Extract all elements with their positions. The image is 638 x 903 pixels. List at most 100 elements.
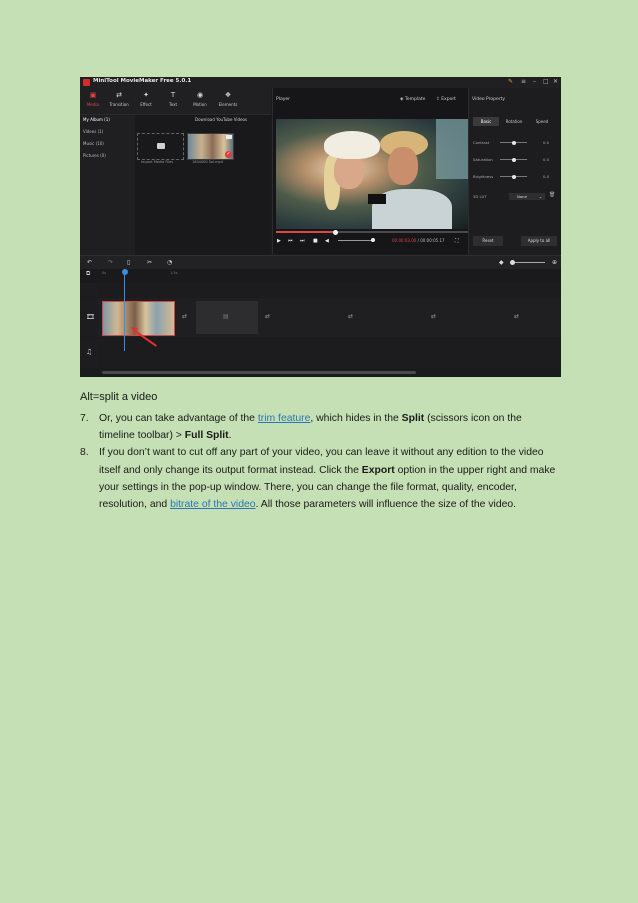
sidebar-item-my-album[interactable]: My Album (1) <box>83 117 110 122</box>
playback-progress[interactable] <box>276 229 468 235</box>
maximize-icon[interactable]: □ <box>543 78 549 85</box>
brightness-value: 0.0 <box>543 174 550 179</box>
media-library: My Album (1) Videos (1) Music (10) Pictu… <box>80 114 271 255</box>
sidebar-item-music[interactable]: Music (10) <box>83 141 104 146</box>
property-panel: Video Property Basic Rotation Speed Cont… <box>468 88 561 254</box>
toolbar-text-label: Text <box>168 102 178 107</box>
player-panel: Player ◈ Template ⇪ Export ▶ ⏮ ⏭ ■ ◀ 00:… <box>272 88 469 254</box>
template-button[interactable]: ◈ Template <box>400 97 425 102</box>
list-number: 8. <box>80 447 89 459</box>
contrast-knob[interactable] <box>511 140 516 145</box>
menu-icon[interactable]: ≡ <box>521 78 526 85</box>
undo-icon[interactable]: ↶ <box>87 259 92 266</box>
reset-button[interactable]: Reset <box>473 236 503 246</box>
export-label: Export <box>441 97 456 102</box>
playhead[interactable] <box>124 269 125 351</box>
sidebar-item-videos[interactable]: Videos (1) <box>83 129 103 134</box>
sidebar-item-pictures[interactable]: Pictures (0) <box>83 153 106 158</box>
transition-slot-icon[interactable]: ⇄ <box>348 313 353 320</box>
transition-slot-icon[interactable]: ⇄ <box>265 313 270 320</box>
export-button[interactable]: ⇪ Export <box>436 97 456 102</box>
apply-to-all-button[interactable]: Apply to all <box>521 236 557 246</box>
fullscreen-icon[interactable]: ⛶ <box>455 238 459 244</box>
title-track <box>98 283 561 297</box>
brightness-label: Brightness <box>473 174 494 179</box>
toolbar-motion-label: Motion <box>193 102 207 107</box>
toolbar-transition-label: Transition <box>109 102 129 107</box>
list-item: 8. If you don’t want to cut off any part… <box>80 444 560 513</box>
toolbar-elements-label: Elements <box>218 102 238 107</box>
next-frame-icon[interactable]: ⏭ <box>300 238 305 244</box>
zoom-knob[interactable] <box>510 260 515 265</box>
template-label: Template <box>404 97 426 102</box>
bitrate-link[interactable]: bitrate of the video <box>170 499 256 510</box>
saturation-knob[interactable] <box>511 157 516 162</box>
image-caption: Alt=split a video <box>80 391 158 403</box>
brightness-knob[interactable] <box>511 174 516 179</box>
split-scissors-icon[interactable]: ✂ <box>147 259 152 266</box>
close-icon[interactable]: ✕ <box>553 78 558 85</box>
progress-fill <box>276 231 336 233</box>
volume-knob[interactable] <box>371 238 375 242</box>
train-window <box>436 119 468 179</box>
video-clip[interactable] <box>102 301 175 336</box>
zoom-in-icon[interactable]: ⊕ <box>552 259 557 266</box>
timeline-toolbar: ↶ ↷ ▯ ✂ ◔ ◆ ⊕ <box>80 255 561 270</box>
timeline-scrollbar[interactable] <box>102 371 416 374</box>
audio-track <box>98 338 561 368</box>
lut-label: 3D LUT <box>473 194 487 199</box>
key-icon[interactable]: ✎ <box>508 78 513 85</box>
zoom-slider[interactable] <box>511 262 545 263</box>
import-media-button[interactable] <box>137 133 184 160</box>
timeline-ruler: ⧉ 0s 1.5s <box>80 269 561 283</box>
video-preview <box>276 119 468 229</box>
redo-icon[interactable]: ↷ <box>108 259 113 266</box>
stop-icon[interactable]: ■ <box>313 238 318 244</box>
app-logo-icon <box>83 79 90 86</box>
trim-feature-link[interactable]: trim feature <box>258 413 311 424</box>
toolbar-text[interactable]: T Text <box>160 91 186 107</box>
transition-icon: ⇄ <box>116 91 122 99</box>
effect-icon: ✦ <box>143 91 149 99</box>
title-bar: MiniTool MovieMaker Free 5.0.1 ✎ ≡ – □ ✕ <box>80 77 561 88</box>
add-track-icon[interactable]: ⧉ <box>86 270 90 278</box>
ruler-tick-1: 1.5s <box>170 271 178 275</box>
ruler-tick-0: 0s <box>102 271 107 275</box>
contrast-value: 0.0 <box>543 140 550 145</box>
transition-slot-icon[interactable]: ⇄ <box>514 313 519 320</box>
player-title: Player <box>276 97 291 102</box>
prev-frame-icon[interactable]: ⏮ <box>288 238 293 244</box>
delete-clip-icon[interactable]: ▯ <box>127 259 130 266</box>
delete-icon[interactable]: 🗑 <box>549 192 555 198</box>
transition-slot-icon[interactable]: ⇄ <box>182 313 187 320</box>
toolbar-motion[interactable]: ◉ Motion <box>187 91 213 107</box>
transition-slot-icon[interactable]: ⇄ <box>431 313 436 320</box>
download-youtube-link[interactable]: Download YouTube Videos <box>195 117 247 122</box>
tab-speed[interactable]: Speed <box>529 117 555 126</box>
toolbar-media[interactable]: ▣ Media <box>80 91 106 107</box>
crop-icon[interactable]: ◔ <box>167 259 172 266</box>
tab-basic[interactable]: Basic <box>473 117 499 126</box>
play-icon[interactable]: ▶ <box>277 238 281 244</box>
property-title: Video Property <box>472 97 506 102</box>
item-text: Or, you can take advantage of the <box>99 413 258 424</box>
fit-icon[interactable]: ◆ <box>499 259 504 266</box>
toolbar-transition[interactable]: ⇄ Transition <box>106 91 132 107</box>
tab-rotation[interactable]: Rotation <box>501 117 527 126</box>
media-toolbar: ▣ Media ⇄ Transition ✦ Effect T Text ◉ M… <box>80 88 271 114</box>
media-thumbnail[interactable]: ✓ <box>187 133 234 160</box>
volume-slider[interactable] <box>338 240 372 241</box>
minimize-icon[interactable]: – <box>533 78 536 85</box>
timecode: 00:00:03.00 / 00:00:05.17 <box>392 238 445 243</box>
music-icon: ♫ <box>86 348 93 356</box>
toolbar-effect[interactable]: ✦ Effect <box>133 91 159 107</box>
volume-icon[interactable]: ◀ <box>325 238 329 244</box>
library-sidebar: My Album (1) Videos (1) Music (10) Pictu… <box>80 115 135 255</box>
empty-clip-slot[interactable]: ▤ <box>196 301 258 334</box>
lut-select[interactable]: None ⌄ <box>509 193 545 200</box>
toolbar-elements[interactable]: ❖ Elements <box>215 91 241 107</box>
motion-icon: ◉ <box>196 91 204 99</box>
chevron-down-icon: ⌄ <box>538 194 542 199</box>
media-icon: ▣ <box>89 91 97 99</box>
progress-knob[interactable] <box>333 229 339 235</box>
